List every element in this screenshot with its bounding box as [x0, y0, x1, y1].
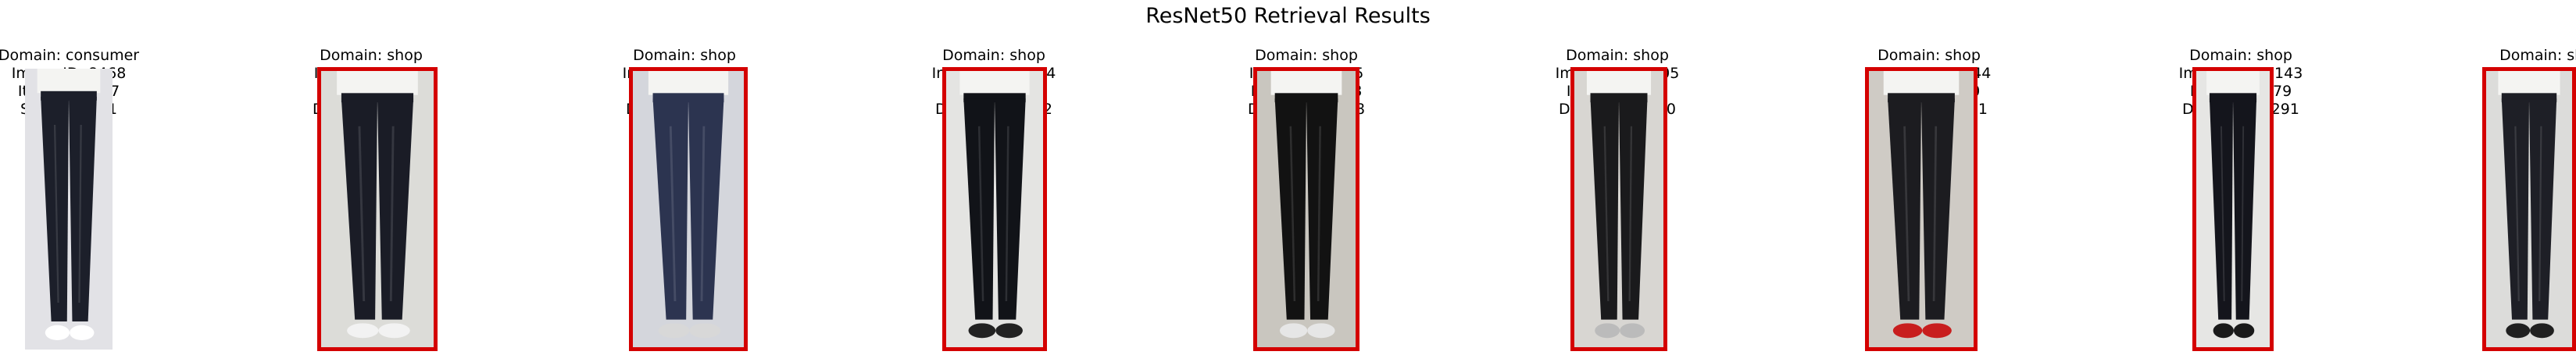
pants-photo [2196, 71, 2270, 347]
domain-label: Domain: shop [633, 47, 736, 64]
domain-label: Domain: shop [1255, 47, 1358, 64]
pants-photo [2486, 71, 2572, 347]
pants-photo [946, 71, 1043, 347]
retrieved-image [2192, 67, 2274, 351]
pants-photo [25, 69, 113, 350]
domain-label: Domain: consumer [0, 47, 140, 64]
pants-photo [321, 71, 434, 347]
retrieved-image [2482, 67, 2576, 351]
retrieved-image [317, 67, 438, 351]
query-image [25, 69, 113, 350]
figure-title: ResNet50 Retrieval Results [1145, 4, 1431, 28]
retrieved-image [1253, 67, 1359, 351]
domain-label: Domain: shop [320, 47, 423, 64]
retrieved-image [629, 67, 748, 351]
retrieved-image [1570, 67, 1667, 351]
retrieved-image [942, 67, 1047, 351]
retrieved-image [1865, 67, 1978, 351]
domain-label: Domain: shop [2499, 47, 2576, 64]
domain-label: Domain: shop [942, 47, 1045, 64]
pants-photo [1869, 71, 1974, 347]
domain-label: Domain: shop [1566, 47, 1669, 64]
pants-photo [1257, 71, 1356, 347]
domain-label: Domain: shop [2189, 47, 2292, 64]
domain-label: Domain: shop [1878, 47, 1981, 64]
pants-photo [1574, 71, 1663, 347]
pants-photo [633, 71, 744, 347]
